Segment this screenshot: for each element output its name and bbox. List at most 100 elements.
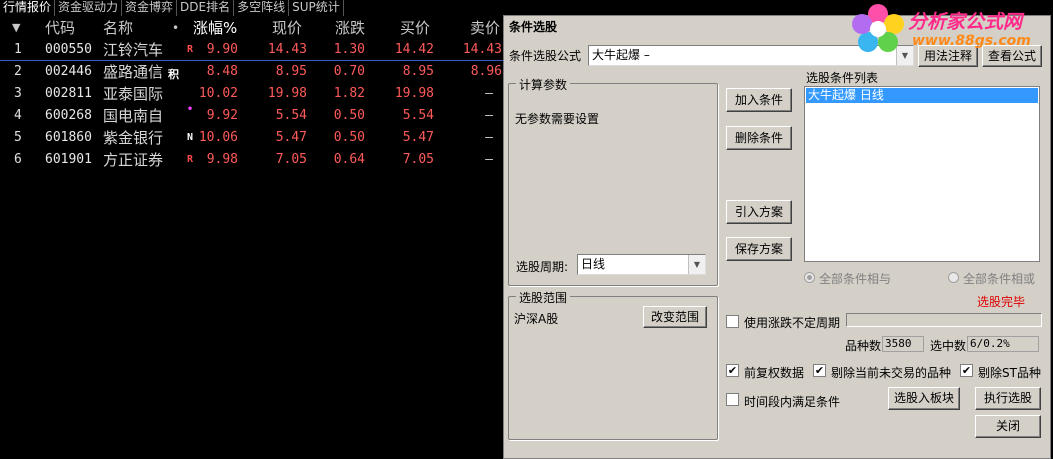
add-to-board-button[interactable]: 选股入板块 [888,387,960,410]
params-group-title: 计算参数 [516,76,571,93]
params-group: 计算参数 无参数需要设置 选股周期: 日线 ▼ [508,76,718,286]
formula-value: 大牛起爆 – [592,48,650,62]
condition-list[interactable]: 大牛起爆 日线 [804,86,1040,262]
table-row[interactable]: 6 601901 方正证券 R 9.98 7.05 0.64 7.05 – [0,149,503,171]
tab-sup-stats[interactable]: SUP统计 [289,0,344,16]
price: 14.43 [267,42,307,57]
col-bid[interactable]: 买价 [400,17,430,39]
radio-and[interactable] [804,272,815,283]
chevron-down-icon[interactable]: ▼ [688,255,705,274]
col-change[interactable]: 涨跌 [335,17,365,39]
col-ask[interactable]: 卖价 [470,17,500,39]
table-row[interactable]: 1 000550 江铃汽车 R 9.90 14.43 1.30 14.42 14… [0,39,503,61]
stock-flag: N [187,132,194,143]
list-item[interactable]: 大牛起爆 日线 [806,88,1038,103]
execute-button[interactable]: 执行选股 [975,387,1041,410]
stock-code: 000550 [45,42,92,57]
change: 1.82 [333,86,365,101]
price: 7.05 [275,152,307,167]
close-button[interactable]: 关闭 [975,415,1041,438]
change-pct: 10.06 [198,130,238,145]
exclude-untraded-checkbox[interactable]: ✔ [813,364,826,377]
table-row[interactable]: 2 002446 盛路通信 积 8.48 8.95 0.70 8.95 8.96 [0,61,503,83]
stock-flag: R [187,154,194,165]
tab-dde-rank[interactable]: DDE排名 [177,0,235,16]
change: 0.64 [333,152,365,167]
period-select[interactable]: 日线 ▼ [577,254,706,275]
bid: 8.95 [402,64,434,79]
col-name[interactable]: 名称 [103,17,133,39]
price: 8.95 [275,64,307,79]
add-condition-button[interactable]: 加入条件 [726,88,792,112]
use-period-checkbox[interactable] [726,315,739,328]
stock-code: 601901 [45,152,92,167]
stock-code: 002446 [45,64,92,79]
period-value: 日线 [581,257,606,271]
change-scope-button[interactable]: 改变范围 [643,306,707,328]
exclude-st-checkbox[interactable]: ✔ [960,364,973,377]
change-pct: 9.90 [206,42,238,57]
import-plan-button[interactable]: 引入方案 [726,200,792,224]
price: 19.98 [267,86,307,101]
site-logo: 分析家公式网 www.88gs.com [850,2,1050,55]
change: 0.70 [333,64,365,79]
condition-list-label: 选股条件列表 [806,71,879,85]
scope-value: 沪深A股 [514,312,559,326]
delete-condition-button[interactable]: 删除条件 [726,126,792,150]
count-value: 3580 [882,336,924,352]
col-price[interactable]: 现价 [272,17,302,39]
selected-label: 选中数 [930,339,967,353]
radio-and-label: 全部条件相与 [819,272,892,286]
logo-url: www.88gs.com [912,33,1031,49]
change: 1.30 [333,42,365,57]
dialog-title: 条件选股 [509,20,558,34]
row-index: 3 [14,86,22,101]
table-row[interactable]: 4 600268 国电南自 • 9.92 5.54 0.50 5.54 – [0,104,503,127]
time-range-label: 时间段内满足条件 [744,395,841,409]
radio-or-label: 全部条件相或 [963,272,1036,286]
ask: – [485,130,493,145]
save-plan-button[interactable]: 保存方案 [726,237,792,261]
status-text: 选股完毕 [977,295,1026,309]
sort-arrow-icon[interactable]: ▼ [12,17,20,39]
tab-fund-drive[interactable]: 资金驱动力 [55,0,123,16]
table-header: ▼ 代码 名称 • 涨幅% 现价 涨跌 买价 卖价 [0,17,503,39]
progress-bar [846,313,1042,327]
row-index: 6 [14,152,22,167]
tab-quotes[interactable]: 行情报价 [0,0,56,16]
stock-flag: R [187,44,194,55]
table-row[interactable]: 5 601860 紫金银行 N 10.06 5.47 0.50 5.47 – [0,127,503,149]
stock-name: 国电南自 [103,107,164,125]
change-pct: 9.98 [206,152,238,167]
tab-fund-game[interactable]: 资金博弈 [122,0,178,16]
stock-name: 江铃汽车 [103,41,164,59]
table-row[interactable]: 3 002811 亚泰国际 10.02 19.98 1.82 19.98 – [0,83,503,105]
stock-code: 002811 [45,86,92,101]
ask: – [485,152,493,167]
use-period-label: 使用涨跌不定周期 [744,316,841,330]
col-change-pct[interactable]: 涨幅% [193,17,237,39]
formula-label: 条件选股公式 [509,49,582,63]
col-code[interactable]: 代码 [45,17,75,39]
change: 0.50 [333,130,365,145]
scope-group: 选股范围 沪深A股 改变范围 [508,289,718,440]
prefq-label: 前复权数据 [744,366,805,380]
row-index: 4 [14,108,22,123]
exclude-st-label: 剔除ST品种 [978,366,1041,380]
stock-code: 601860 [45,130,92,145]
stock-flag: • [187,104,194,115]
ask: – [485,108,493,123]
time-range-checkbox[interactable] [726,393,739,406]
price: 5.54 [275,108,307,123]
exclude-untraded-label: 剔除当前未交易的品种 [831,366,952,380]
tab-long-short[interactable]: 多空阵线 [234,0,290,16]
stock-code: 600268 [45,108,92,123]
change-pct: 10.02 [198,86,238,101]
stock-name: 亚泰国际 [103,85,164,103]
prefq-checkbox[interactable]: ✔ [726,364,739,377]
stock-name: 盛路通信 [103,63,164,81]
scope-group-title: 选股范围 [516,289,571,306]
count-label: 品种数 [845,339,882,353]
quote-table: ▼ 代码 名称 • 涨幅% 现价 涨跌 买价 卖价 1 000550 江铃汽车 … [0,17,503,171]
radio-or[interactable] [948,272,959,283]
